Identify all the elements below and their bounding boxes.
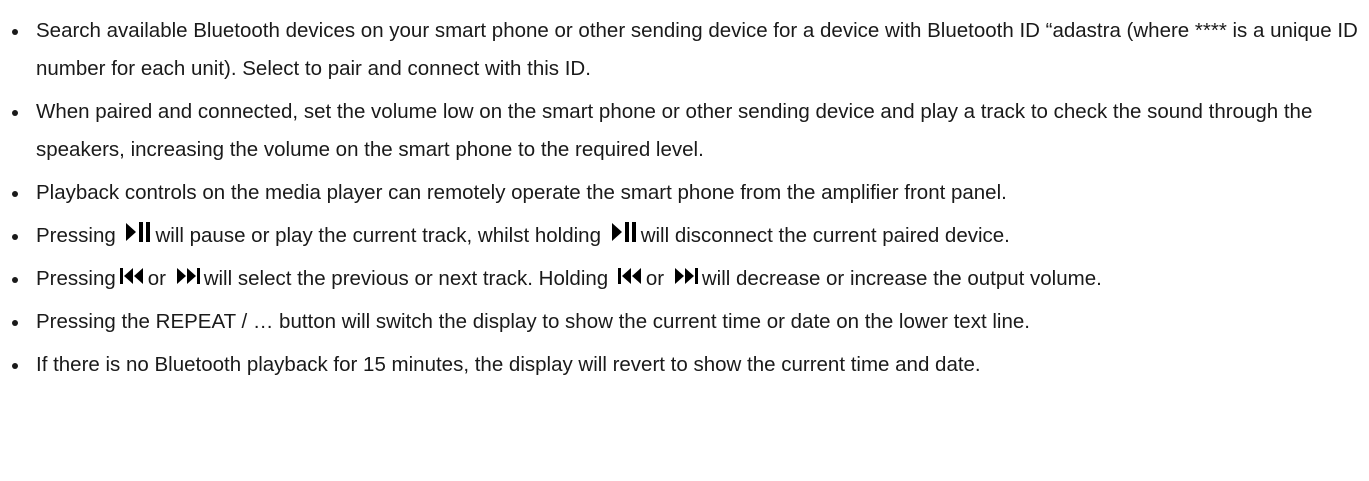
skip-next-icon <box>175 265 201 287</box>
bullet-item-timeout: If there is no Bluetooth playback for 15… <box>12 346 1369 384</box>
skip-previous-icon <box>119 265 145 287</box>
skip-previous-icon <box>617 265 643 287</box>
bullet-item-play-pause: Pressing will pause or play the current … <box>12 217 1369 255</box>
bullet-dot <box>12 363 18 369</box>
bullet-dot <box>12 234 18 240</box>
bullet-text: will pause or play the current track, wh… <box>155 224 601 247</box>
bullet-dot <box>12 191 18 197</box>
bullet-text: or <box>645 267 665 290</box>
bullet-item-repeat-button: Pressing the REPEAT / … button will swit… <box>12 303 1369 341</box>
play-pause-icon <box>124 220 152 244</box>
bullet-text: When paired and connected, set the volum… <box>36 100 1313 161</box>
bullet-text: Pressing <box>36 224 116 247</box>
bullet-text: will disconnect the current paired devic… <box>640 224 1010 247</box>
bullet-text: Pressing <box>36 267 116 290</box>
bullet-item-search-device: Search available Bluetooth devices on yo… <box>12 12 1369 88</box>
bullet-text: or <box>147 267 166 290</box>
bullet-list: Search available Bluetooth devices on yo… <box>0 12 1369 384</box>
instruction-document: Search available Bluetooth devices on yo… <box>0 0 1369 481</box>
bullet-text: Pressing the REPEAT / … button will swit… <box>36 310 1030 333</box>
bullet-dot <box>12 29 18 35</box>
bullet-item-volume-check: When paired and connected, set the volum… <box>12 93 1369 169</box>
bullet-item-track-select: Pressing or will select the previous or … <box>12 260 1369 298</box>
bullet-dot <box>12 320 18 326</box>
bullet-text: Playback controls on the media player ca… <box>36 181 1007 204</box>
skip-next-icon <box>673 265 699 287</box>
bullet-dot <box>12 277 18 283</box>
bullet-text: If there is no Bluetooth playback for 15… <box>36 353 981 376</box>
bullet-text: will decrease or increase the output vol… <box>701 267 1102 290</box>
bullet-dot <box>12 110 18 116</box>
bullet-item-playback-controls: Playback controls on the media player ca… <box>12 174 1369 212</box>
bullet-text: Search available Bluetooth devices on yo… <box>36 19 1358 80</box>
play-pause-icon <box>610 220 638 244</box>
bullet-text: will select the previous or next track. … <box>203 267 609 290</box>
